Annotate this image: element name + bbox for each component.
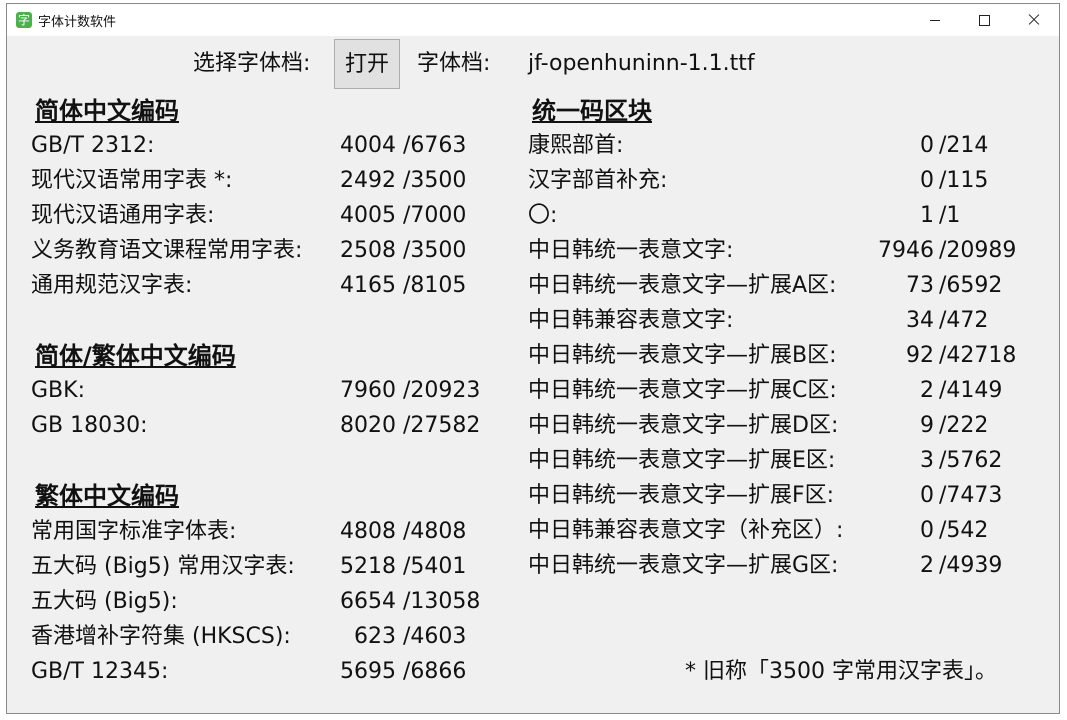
row-label: GBK: (31, 378, 85, 403)
row-label: GB/T 12345: (31, 659, 169, 684)
row-label: 中日韩兼容表意文字: (528, 308, 734, 333)
row-label: 香港增补字符集 (HKSCS): (31, 624, 291, 649)
title-bar[interactable]: 字 字体计数软件 (7, 4, 1059, 36)
row-total: /5762 (939, 448, 1003, 473)
row-label: 中日韩统一表意文字—扩展B区: (528, 343, 837, 368)
row-total: /20989 (939, 238, 1017, 263)
row-label: 现代汉语通用字表: (31, 203, 215, 228)
row-label: 常用国字标准字体表: (31, 519, 237, 544)
row-total: /542 (939, 518, 989, 543)
section-heading-traditional: 繁体中文编码 (35, 482, 179, 510)
minimize-button[interactable] (911, 4, 959, 36)
row-total: /13058 (403, 589, 481, 614)
row-label: 现代汉语常用字表 *: (31, 168, 233, 193)
row-count: 8020 (340, 413, 396, 438)
row-label: 中日韩统一表意文字—扩展E区: (528, 448, 836, 473)
row-label: 五大码 (Big5) 常用汉字表: (31, 554, 295, 579)
row-label: 〇: (528, 203, 558, 228)
font-file-name: jf-openhuninn-1.1.ttf (528, 51, 755, 76)
row-total: /42718 (939, 343, 1017, 368)
row-total: /6763 (403, 133, 467, 158)
window-title: 字体计数软件 (38, 15, 117, 30)
row-count: 0 (920, 483, 934, 508)
row-total: /472 (939, 308, 989, 333)
row-count: 73 (906, 273, 934, 298)
row-label: 中日韩统一表意文字—扩展D区: (528, 413, 839, 438)
row-count: 4808 (340, 519, 396, 544)
row-total: /6592 (939, 273, 1003, 298)
section-heading-simplified: 简体中文编码 (35, 97, 179, 125)
row-count: 2492 (340, 168, 396, 193)
row-count: 2 (920, 553, 934, 578)
row-count: 0 (920, 133, 934, 158)
row-label: GB 18030: (31, 413, 148, 438)
row-total: /4939 (939, 553, 1003, 578)
row-count: 0 (920, 518, 934, 543)
row-total: /3500 (403, 238, 467, 263)
row-total: /4808 (403, 519, 467, 544)
row-label: 义务教育语文课程常用字表: (31, 238, 303, 263)
main-content: 选择字体档: 打开 字体档: jf-openhuninn-1.1.ttf 简体中… (7, 36, 1059, 715)
row-count: 7946 (878, 238, 934, 263)
row-total: /115 (939, 168, 989, 193)
choose-font-label: 选择字体档: (193, 51, 311, 76)
row-label: 中日韩统一表意文字—扩展C区: (528, 378, 837, 403)
section-heading-mixed: 简体/繁体中文编码 (35, 342, 236, 370)
row-count: 0 (920, 168, 934, 193)
row-count: 2 (920, 378, 934, 403)
row-count: 6654 (340, 589, 396, 614)
row-total: /214 (939, 133, 989, 158)
row-label: 中日韩统一表意文字—扩展G区: (528, 553, 839, 578)
row-total: /3500 (403, 168, 467, 193)
row-label: 五大码 (Big5): (31, 589, 178, 614)
minimize-icon (930, 19, 940, 21)
section-heading-unicode: 统一码区块 (532, 97, 652, 125)
row-total: /5401 (403, 554, 467, 579)
maximize-icon (978, 14, 990, 26)
close-icon (1028, 14, 1040, 26)
row-count: 7960 (340, 378, 396, 403)
row-count: 5218 (340, 554, 396, 579)
row-count: 3 (920, 448, 934, 473)
row-count: 623 (354, 624, 396, 649)
row-total: /7473 (939, 483, 1003, 508)
font-file-label: 字体档: (417, 51, 491, 76)
row-total: /6866 (403, 659, 467, 684)
row-total: /222 (939, 413, 989, 438)
app-window: 字 字体计数软件 选择字体档: 打开 字体档: jf-openhuninn-1.… (6, 3, 1060, 714)
row-total: /7000 (403, 203, 467, 228)
row-label: 中日韩统一表意文字—扩展A区: (528, 273, 837, 298)
row-count: 34 (906, 308, 934, 333)
row-total: /20923 (403, 378, 481, 403)
row-label: 中日韩兼容表意文字（补充区）: (528, 518, 844, 543)
row-total: /4149 (939, 378, 1003, 403)
row-total: /8105 (403, 273, 467, 298)
row-count: 5695 (340, 659, 396, 684)
row-label: 中日韩统一表意文字: (528, 238, 734, 263)
row-count: 9 (920, 413, 934, 438)
row-count: 2508 (340, 238, 396, 263)
row-count: 4005 (340, 203, 396, 228)
row-label: 通用规范汉字表: (31, 273, 193, 298)
row-total: /1 (939, 203, 961, 228)
row-label: 康熙部首: (528, 133, 624, 158)
row-count: 4004 (340, 133, 396, 158)
row-total: /4603 (403, 624, 467, 649)
row-count: 92 (906, 343, 934, 368)
close-button[interactable] (1010, 4, 1058, 36)
footnote: * 旧称「3500 字常用汉字表」。 (685, 659, 997, 684)
row-label: 汉字部首补充: (528, 168, 668, 193)
row-total: /27582 (403, 413, 481, 438)
row-label: GB/T 2312: (31, 133, 155, 158)
maximize-button[interactable] (960, 4, 1008, 36)
row-count: 1 (920, 203, 934, 228)
row-label: 中日韩统一表意文字—扩展F区: (528, 483, 835, 508)
app-icon: 字 (16, 12, 32, 28)
row-count: 4165 (340, 273, 396, 298)
open-button[interactable]: 打开 (334, 39, 400, 89)
